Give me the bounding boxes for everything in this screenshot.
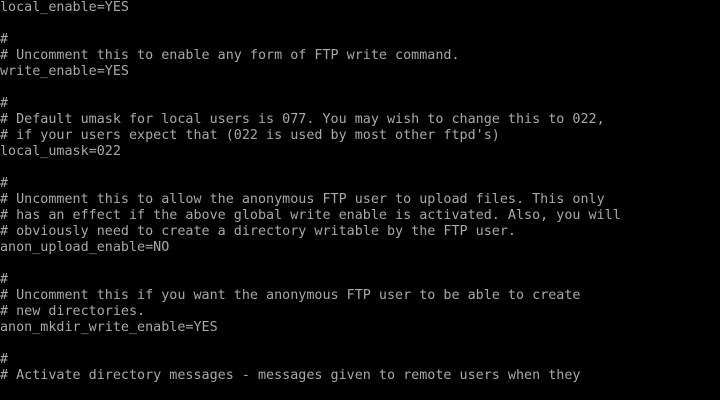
comment-line: # Default umask for local users is 077. … [0, 112, 605, 127]
terminal-screen[interactable]: local_enable=YES # # Uncomment this to e… [0, 0, 720, 400]
comment-line: # Uncomment this if you want the anonymo… [0, 288, 581, 303]
comment-line: # if your users expect that (022 is used… [0, 128, 500, 143]
config-line-local-umask: local_umask=022 [0, 144, 121, 159]
config-line-write-enable: write_enable=YES [0, 64, 129, 79]
terminal-lines: local_enable=YES # # Uncomment this to e… [0, 0, 720, 384]
comment-line: # [0, 272, 9, 287]
comment-line: # [0, 352, 9, 367]
comment-line: # [0, 32, 9, 47]
config-line-local-enable: local_enable=YES [0, 0, 129, 15]
comment-line: # Uncomment this to allow the anonymous … [0, 192, 605, 207]
comment-line: # Uncomment this to enable any form of F… [0, 48, 460, 63]
comment-line: # Activate directory messages - messages… [0, 368, 581, 383]
comment-line: # obviously need to create a directory w… [0, 224, 516, 239]
comment-line: # [0, 176, 9, 191]
comment-line: # [0, 96, 9, 111]
config-line-anon-mkdir-write-enable: anon_mkdir_write_enable=YES [0, 320, 218, 335]
comment-line: # has an effect if the above global writ… [0, 208, 621, 223]
config-line-anon-upload-enable: anon_upload_enable=NO [0, 240, 170, 255]
comment-line: # new directories. [0, 304, 146, 319]
